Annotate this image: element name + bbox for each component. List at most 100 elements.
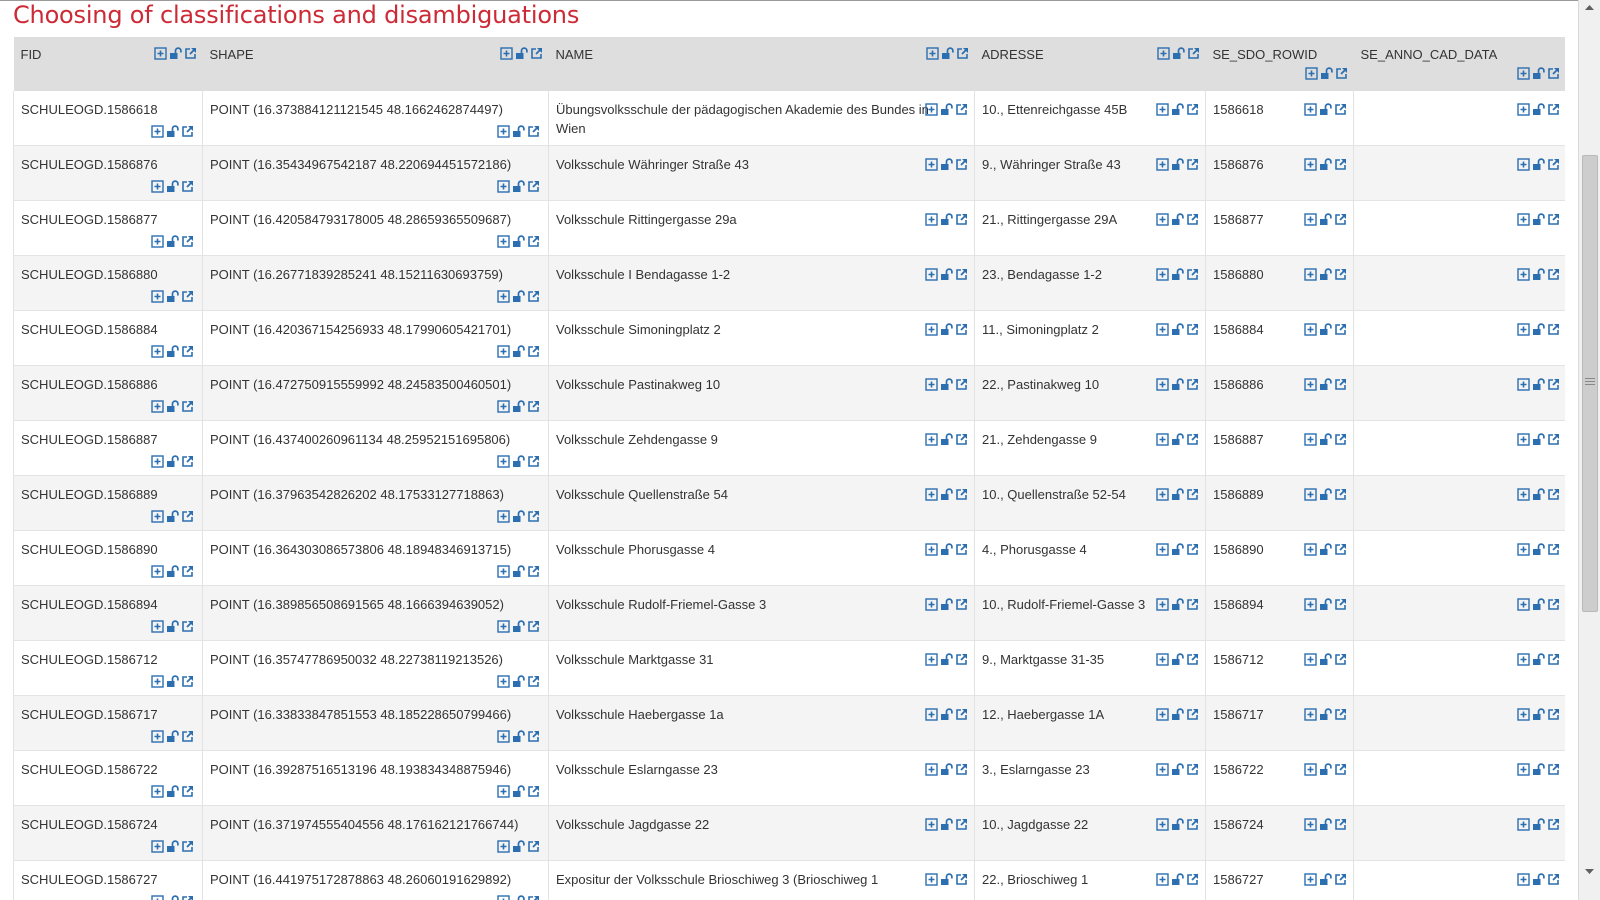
table-row[interactable]: SCHULEOGD.1586884 POINT (16.4203671542569…	[13, 310, 1565, 366]
unlock-icon[interactable]	[940, 817, 953, 831]
expand-plus-icon[interactable]	[925, 597, 938, 611]
unlock-icon[interactable]	[940, 487, 953, 501]
open-external-icon[interactable]	[527, 730, 540, 743]
open-external-icon[interactable]	[527, 125, 540, 138]
expand-plus-icon[interactable]	[497, 124, 510, 138]
open-external-icon[interactable]	[1547, 818, 1560, 831]
table-row[interactable]: SCHULEOGD.1586890 POINT (16.3643030865738…	[13, 530, 1565, 586]
open-external-icon[interactable]	[1547, 543, 1560, 556]
open-external-icon[interactable]	[1186, 818, 1199, 831]
unlock-icon[interactable]	[1171, 652, 1184, 666]
open-external-icon[interactable]	[1186, 708, 1199, 721]
open-external-icon[interactable]	[955, 818, 968, 831]
open-external-icon[interactable]	[181, 235, 194, 248]
table-row[interactable]: SCHULEOGD.1586877 POINT (16.4205847931780…	[13, 200, 1565, 256]
unlock-icon[interactable]	[166, 179, 179, 193]
expand-plus-icon[interactable]	[497, 234, 510, 248]
expand-plus-icon[interactable]	[1304, 322, 1317, 336]
unlock-icon[interactable]	[1320, 66, 1333, 80]
unlock-icon[interactable]	[940, 322, 953, 336]
open-external-icon[interactable]	[955, 378, 968, 391]
open-external-icon[interactable]	[1186, 323, 1199, 336]
open-external-icon[interactable]	[1186, 103, 1199, 116]
expand-plus-icon[interactable]	[925, 542, 938, 556]
expand-plus-icon[interactable]	[497, 509, 510, 523]
unlock-icon[interactable]	[1319, 212, 1332, 226]
expand-plus-icon[interactable]	[925, 487, 938, 501]
unlock-icon[interactable]	[512, 344, 525, 358]
open-external-icon[interactable]	[1547, 67, 1560, 80]
open-external-icon[interactable]	[527, 840, 540, 853]
expand-plus-icon[interactable]	[1156, 322, 1169, 336]
open-external-icon[interactable]	[527, 895, 540, 900]
expand-plus-icon[interactable]	[153, 46, 167, 60]
unlock-icon[interactable]	[512, 124, 525, 138]
expand-plus-icon[interactable]	[1516, 597, 1530, 611]
expand-plus-icon[interactable]	[1304, 597, 1317, 611]
table-row[interactable]: SCHULEOGD.1586722 POINT (16.3928751651319…	[13, 750, 1565, 806]
table-row[interactable]: SCHULEOGD.1586887 POINT (16.4374002609611…	[13, 420, 1565, 476]
open-external-icon[interactable]	[1334, 653, 1347, 666]
unlock-icon[interactable]	[1171, 762, 1184, 776]
expand-plus-icon[interactable]	[1304, 432, 1317, 446]
unlock-icon[interactable]	[1532, 597, 1545, 611]
expand-plus-icon[interactable]	[1304, 817, 1317, 831]
expand-plus-icon[interactable]	[925, 872, 938, 886]
expand-plus-icon[interactable]	[1516, 66, 1530, 80]
scrollbar-thumb[interactable]	[1582, 155, 1598, 612]
open-external-icon[interactable]	[181, 290, 194, 303]
unlock-icon[interactable]	[1532, 707, 1545, 721]
expand-plus-icon[interactable]	[1156, 652, 1169, 666]
unlock-icon[interactable]	[1171, 542, 1184, 556]
unlock-icon[interactable]	[166, 344, 179, 358]
column-header[interactable]: NAME	[548, 37, 975, 91]
expand-plus-icon[interactable]	[1304, 66, 1318, 80]
expand-plus-icon[interactable]	[1304, 487, 1317, 501]
scroll-down-button[interactable]	[1581, 865, 1598, 882]
unlock-icon[interactable]	[1532, 377, 1545, 391]
unlock-icon[interactable]	[512, 619, 525, 633]
unlock-icon[interactable]	[166, 399, 179, 413]
unlock-icon[interactable]	[940, 102, 953, 116]
expand-plus-icon[interactable]	[1304, 157, 1317, 171]
unlock-icon[interactable]	[1532, 432, 1545, 446]
unlock-icon[interactable]	[515, 46, 528, 60]
expand-plus-icon[interactable]	[1304, 377, 1317, 391]
unlock-icon[interactable]	[1532, 762, 1545, 776]
expand-plus-icon[interactable]	[925, 377, 938, 391]
expand-plus-icon[interactable]	[497, 839, 510, 853]
expand-plus-icon[interactable]	[497, 619, 510, 633]
table-row[interactable]: SCHULEOGD.1586876 POINT (16.3543496754218…	[13, 145, 1565, 201]
expand-plus-icon[interactable]	[151, 729, 164, 743]
expand-plus-icon[interactable]	[925, 322, 938, 336]
expand-plus-icon[interactable]	[1156, 102, 1169, 116]
open-external-icon[interactable]	[1334, 708, 1347, 721]
column-header[interactable]: SE_ANNO_CAD_DATA	[1353, 37, 1565, 91]
scroll-up-button[interactable]	[1581, 0, 1598, 17]
open-external-icon[interactable]	[184, 47, 197, 60]
unlock-icon[interactable]	[1319, 872, 1332, 886]
open-external-icon[interactable]	[955, 488, 968, 501]
unlock-icon[interactable]	[166, 234, 179, 248]
unlock-icon[interactable]	[940, 872, 953, 886]
column-header[interactable]: FID	[13, 37, 203, 91]
expand-plus-icon[interactable]	[1304, 542, 1317, 556]
unlock-icon[interactable]	[1319, 762, 1332, 776]
open-external-icon[interactable]	[530, 47, 543, 60]
open-external-icon[interactable]	[1186, 488, 1199, 501]
expand-plus-icon[interactable]	[1516, 322, 1530, 336]
expand-plus-icon[interactable]	[151, 234, 164, 248]
expand-plus-icon[interactable]	[151, 179, 164, 193]
expand-plus-icon[interactable]	[1516, 762, 1530, 776]
unlock-icon[interactable]	[1171, 432, 1184, 446]
expand-plus-icon[interactable]	[1516, 102, 1530, 116]
open-external-icon[interactable]	[955, 708, 968, 721]
expand-plus-icon[interactable]	[151, 674, 164, 688]
unlock-icon[interactable]	[1319, 707, 1332, 721]
expand-plus-icon[interactable]	[497, 729, 510, 743]
expand-plus-icon[interactable]	[1156, 762, 1169, 776]
unlock-icon[interactable]	[166, 674, 179, 688]
unlock-icon[interactable]	[512, 399, 525, 413]
open-external-icon[interactable]	[527, 620, 540, 633]
expand-plus-icon[interactable]	[1156, 267, 1169, 281]
